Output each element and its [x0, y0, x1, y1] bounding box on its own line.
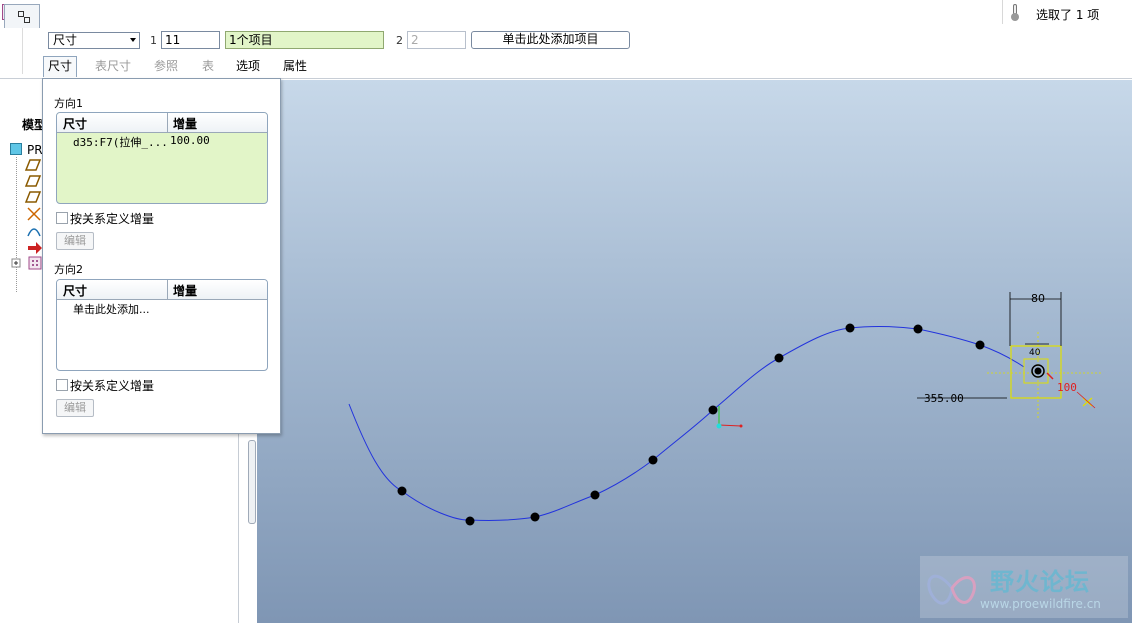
direction1-relation-label: 按关系定义增量 — [70, 212, 155, 226]
tab-options-label: 选项 — [236, 59, 261, 73]
tree-root-label[interactable]: PR — [27, 143, 43, 157]
pattern-type-dropdown[interactable]: 尺寸 — [48, 32, 140, 49]
part-icon — [10, 143, 22, 155]
tab-dimensions[interactable]: 尺寸 — [43, 56, 78, 77]
thermometer-icon — [1011, 4, 1019, 21]
tab-properties-label: 属性 — [283, 59, 308, 73]
tab-references-label: 参照 — [154, 59, 179, 73]
curve-point[interactable] — [774, 353, 784, 363]
model-tree-icon — [18, 11, 30, 23]
panel-sash-handle[interactable] — [248, 440, 256, 524]
direction1-index: 1 — [150, 34, 157, 47]
direction2-edit-label: 编辑 — [64, 401, 86, 414]
curve-point[interactable] — [590, 490, 600, 500]
direction2-add-items-label: 单击此处添加项目 — [502, 32, 599, 46]
col-dimension-header: 尺寸 — [63, 284, 88, 298]
direction1-count-input[interactable]: 11 — [161, 31, 220, 49]
datum-curve-icon[interactable] — [27, 228, 41, 237]
row-dimension-cell: d35:F7(拉伸_... — [73, 136, 168, 149]
direction1-count-value: 11 — [165, 33, 181, 47]
add-dimension-placeholder: 单击此处添加... — [73, 303, 150, 316]
direction1-edit-label: 编辑 — [64, 234, 86, 247]
tab-options[interactable]: 选项 — [232, 56, 264, 76]
tab-tables-label: 表 — [202, 59, 215, 73]
model-canvas[interactable]: 80 40 100 355.00 — [257, 80, 1132, 623]
dimension-offset-label[interactable]: 355.00 — [924, 392, 964, 405]
dimensions-panel: 方向1 尺寸 增量 d35:F7(拉伸_... 100.00 按关系定义增量 编… — [42, 78, 281, 434]
datum-plane-icon[interactable] — [24, 159, 42, 171]
datum-plane-icon[interactable] — [24, 191, 42, 203]
watermark-title: 野火论坛 — [990, 568, 1090, 596]
watermark-url: www.proewildfire.cn — [980, 597, 1101, 611]
sketch-curve[interactable] — [348, 325, 1025, 521]
direction2-label: 方向2 — [54, 263, 83, 276]
direction2-count-value: 2 — [411, 33, 419, 47]
curve-point[interactable] — [397, 486, 407, 496]
curve-point[interactable] — [845, 323, 855, 333]
direction1-relation-checkbox[interactable] — [56, 212, 68, 224]
coordinate-system-icon[interactable] — [27, 207, 41, 221]
direction2-count-input[interactable]: 2 — [407, 31, 466, 49]
direction2-dimension-table[interactable]: 尺寸 增量 单击此处添加... — [56, 279, 268, 371]
direction2-relation-label: 按关系定义增量 — [70, 379, 155, 393]
coordinate-system-icon — [716, 406, 743, 429]
table-row[interactable]: d35:F7(拉伸_... 100.00 — [57, 133, 267, 149]
row-increment-cell[interactable]: 100.00 — [170, 134, 210, 147]
status-divider — [1002, 0, 1003, 24]
butterfly-logo-icon — [927, 574, 976, 605]
curve-point[interactable] — [648, 455, 658, 465]
tree-item-icons — [11, 159, 42, 270]
tab-table-dimensions-label: 表尺寸 — [95, 59, 132, 73]
graphics-window[interactable]: 80 40 100 355.00 — [257, 80, 1132, 623]
col-increment-header: 增量 — [173, 284, 198, 298]
insert-here-icon[interactable] — [28, 242, 42, 254]
direction1-dimension-table[interactable]: 尺寸 增量 d35:F7(拉伸_... 100.00 — [56, 112, 268, 204]
col-dimension-header: 尺寸 — [63, 117, 88, 131]
direction2-relation-checkbox[interactable] — [56, 379, 68, 391]
curve-point[interactable] — [708, 405, 718, 415]
datum-plane-icon[interactable] — [24, 175, 42, 187]
tab-table-dimensions[interactable]: 表尺寸 — [91, 56, 135, 76]
chevron-down-icon — [130, 38, 136, 42]
tab-dimensions-label: 尺寸 — [48, 59, 73, 73]
tab-model-tree[interactable] — [4, 4, 40, 28]
column-divider — [167, 113, 168, 132]
curve-point[interactable] — [975, 340, 985, 350]
pattern-feature-icon[interactable] — [28, 256, 42, 270]
tab-references[interactable]: 参照 — [150, 56, 182, 76]
tab-tables[interactable]: 表 — [198, 56, 218, 76]
direction1-items-value: 1个项目 — [229, 33, 273, 47]
tab-properties[interactable]: 属性 — [279, 56, 311, 76]
dimension-inner-label[interactable]: 40 — [1029, 348, 1041, 358]
column-divider — [167, 280, 168, 299]
direction2-add-items-button[interactable]: 单击此处添加项目 — [471, 31, 630, 49]
dimension-increment-label[interactable]: 100 — [1057, 381, 1077, 394]
direction1-edit-button[interactable]: 编辑 — [56, 232, 94, 250]
direction1-table-header: 尺寸 增量 — [57, 113, 267, 133]
curve-point[interactable] — [530, 512, 540, 522]
col-increment-header: 增量 — [173, 117, 198, 131]
direction2-index: 2 — [396, 34, 403, 47]
add-dimension-row[interactable]: 单击此处添加... — [57, 300, 267, 316]
expand-toggle[interactable] — [11, 258, 21, 268]
pattern-type-value: 尺寸 — [53, 33, 78, 47]
direction2-edit-button[interactable]: 编辑 — [56, 399, 94, 417]
direction2-table-header: 尺寸 增量 — [57, 280, 267, 300]
direction1-items-collector[interactable]: 1个项目 — [225, 31, 384, 49]
dimension-width-label[interactable]: 80 — [1031, 292, 1045, 305]
curve-point[interactable] — [913, 324, 923, 334]
selection-status[interactable]: 选取了 1 项 — [1036, 6, 1099, 23]
curve-point[interactable] — [465, 516, 475, 526]
direction1-label: 方向1 — [54, 97, 83, 110]
